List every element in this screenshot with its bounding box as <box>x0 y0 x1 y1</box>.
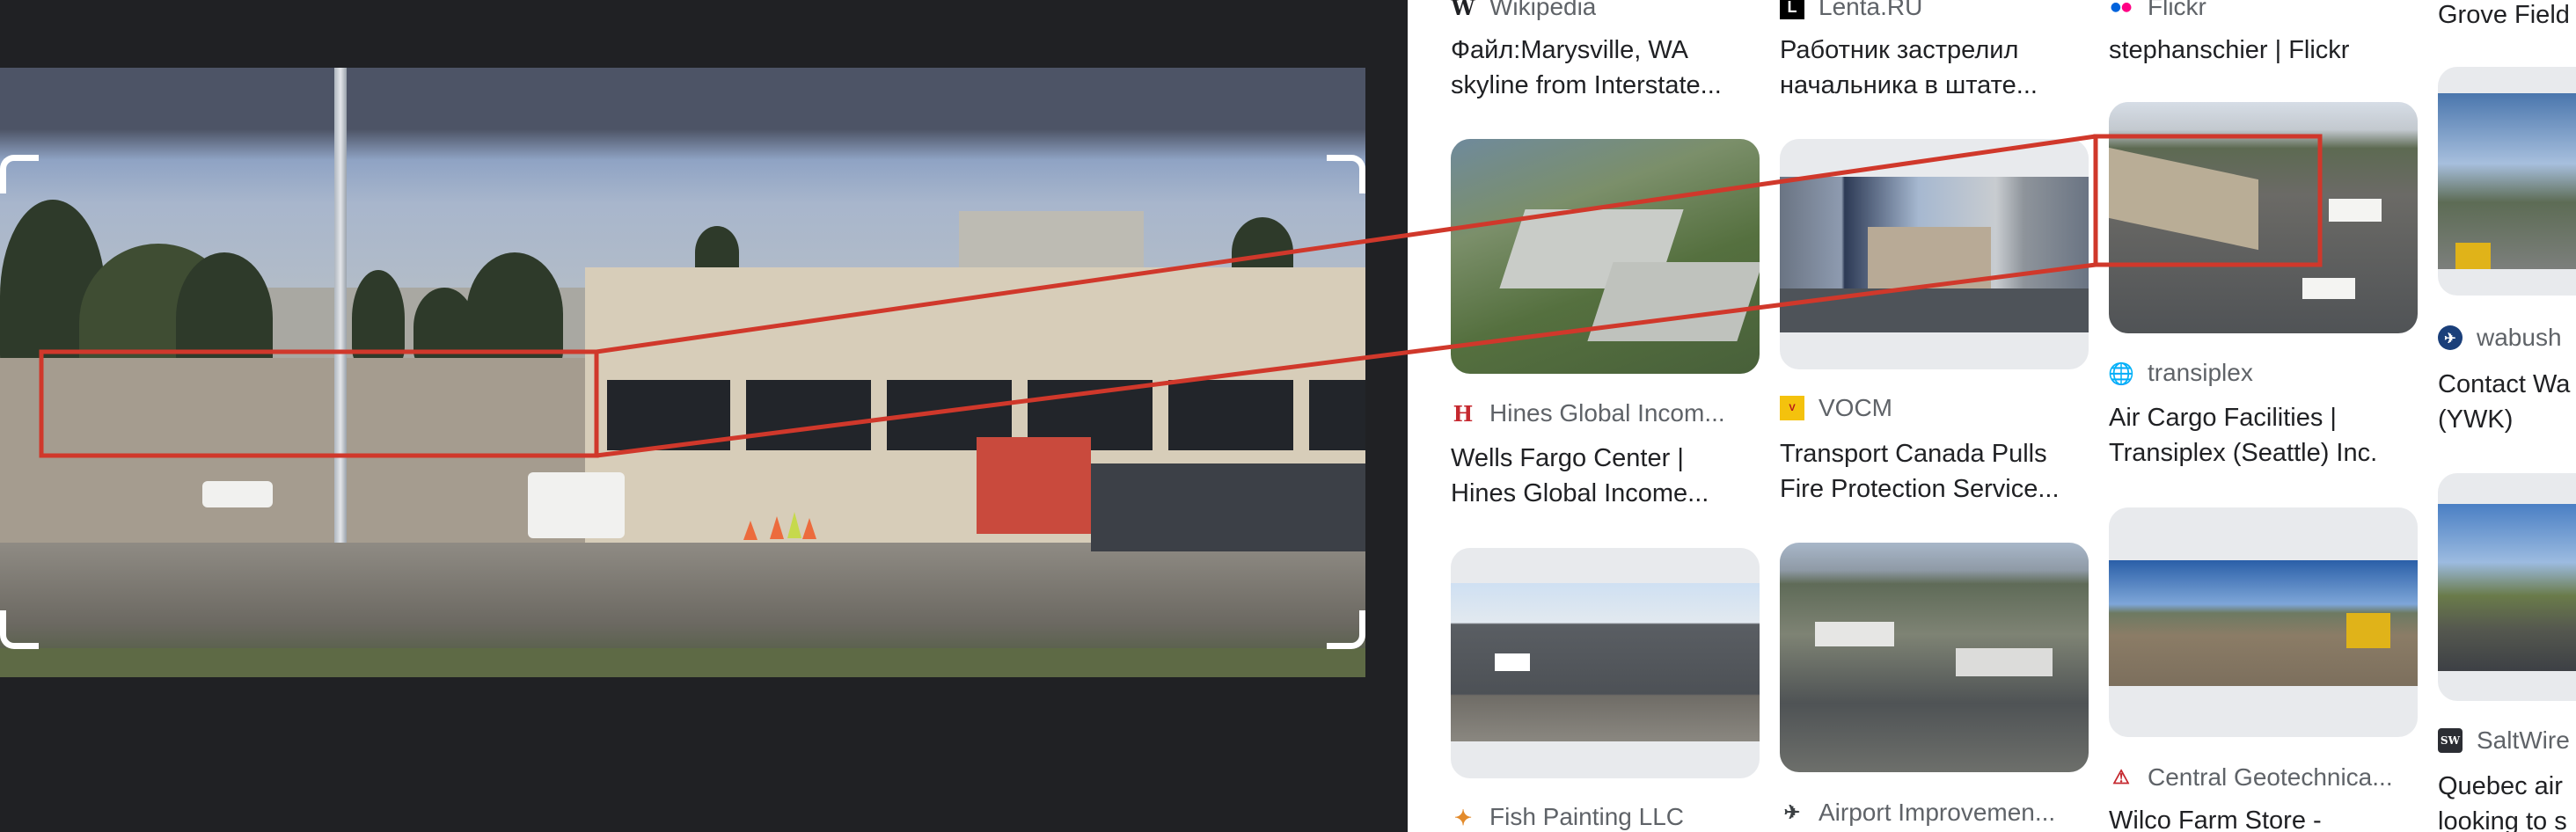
search-image <box>0 68 1365 677</box>
hines-icon: H <box>1453 400 1474 427</box>
fish-painting-icon: ✦ <box>1453 804 1473 830</box>
lenta-icon: L <box>1780 0 1804 19</box>
result-source[interactable]: V VOCM <box>1780 392 1892 424</box>
tug-vehicle <box>528 472 625 538</box>
flickr-icon: ● ● <box>2110 0 2133 14</box>
result-title[interactable]: stephanschier | Flickr <box>2109 33 2418 68</box>
building-left <box>0 358 589 543</box>
result-thumbnail[interactable] <box>2438 67 2576 296</box>
result-thumbnail[interactable] <box>1780 543 2089 772</box>
result-title[interactable]: Файл:Marysville, WA skyline from Interst… <box>1451 33 1760 103</box>
crop-handle-top-right[interactable] <box>1327 155 1365 193</box>
result-source[interactable]: ⚠ Central Geotechnica... <box>2109 762 2392 793</box>
lens-image-panel <box>0 0 1408 832</box>
rooftop-structure <box>959 211 1144 271</box>
globe-icon: 🌐 <box>2108 360 2134 386</box>
result-source[interactable]: ✈ wabush <box>2438 322 2562 354</box>
light-pole <box>334 68 347 560</box>
wikipedia-icon: W <box>1451 0 1475 20</box>
result-source[interactable]: 🌐 transiplex <box>2108 357 2253 389</box>
central-geotech-icon: ⚠ <box>2112 766 2130 789</box>
result-source[interactable]: L Lenta.RU <box>1780 0 1922 23</box>
saltwire-icon: SW <box>2438 728 2463 753</box>
result-thumbnail[interactable] <box>2109 507 2418 737</box>
grass-strip <box>0 648 1365 677</box>
result-title[interactable]: Grove Field <box>2438 0 2576 33</box>
result-source[interactable]: ✦ Fish Painting LLC <box>1451 801 1684 832</box>
result-thumbnail[interactable] <box>1780 139 2089 369</box>
result-title[interactable]: Air Cargo Facilities | Transiplex (Seatt… <box>2109 400 2418 471</box>
result-title[interactable]: Wilco Farm Store - <box>2109 803 2418 832</box>
result-source[interactable]: H Hines Global Incom... <box>1451 398 1725 429</box>
crop-handle-bottom-left[interactable] <box>0 610 39 649</box>
image-sky <box>0 68 1365 288</box>
result-source[interactable]: W Wikipedia <box>1451 0 1597 23</box>
result-title[interactable]: Transport Canada Pulls Fire Protection S… <box>1780 436 2089 507</box>
visual-matches-panel: W Wikipedia Файл:Marysville, WA skyline … <box>1408 0 2576 832</box>
airport-icon: ✈ <box>1783 801 1801 824</box>
result-thumbnail[interactable] <box>1451 548 1760 778</box>
result-title[interactable]: Работник застрелил начальника в штате... <box>1780 33 2089 103</box>
vocm-icon: V <box>1780 396 1804 420</box>
result-source[interactable]: SW SaltWire <box>2438 725 2570 756</box>
result-thumbnail[interactable] <box>1451 139 1760 374</box>
google-lens-page: W Wikipedia Файл:Marysville, WA skyline … <box>0 0 2576 832</box>
result-title[interactable]: Wells Fargo Center | Hines Global Income… <box>1451 441 1760 511</box>
result-source[interactable]: ● ● Flickr <box>2109 0 2206 23</box>
result-title[interactable]: Quebec air looking to s <box>2438 769 2576 832</box>
result-thumbnail[interactable] <box>2109 102 2418 333</box>
result-thumbnail[interactable] <box>2438 473 2576 701</box>
wabush-icon: ✈ <box>2438 325 2463 350</box>
crop-handle-bottom-right[interactable] <box>1327 610 1365 649</box>
result-source[interactable]: ✈ Airport Improvemen... <box>1780 797 2055 828</box>
crop-handle-top-left[interactable] <box>0 155 39 193</box>
result-title[interactable]: Contact Wa (YWK) <box>2438 367 2576 437</box>
